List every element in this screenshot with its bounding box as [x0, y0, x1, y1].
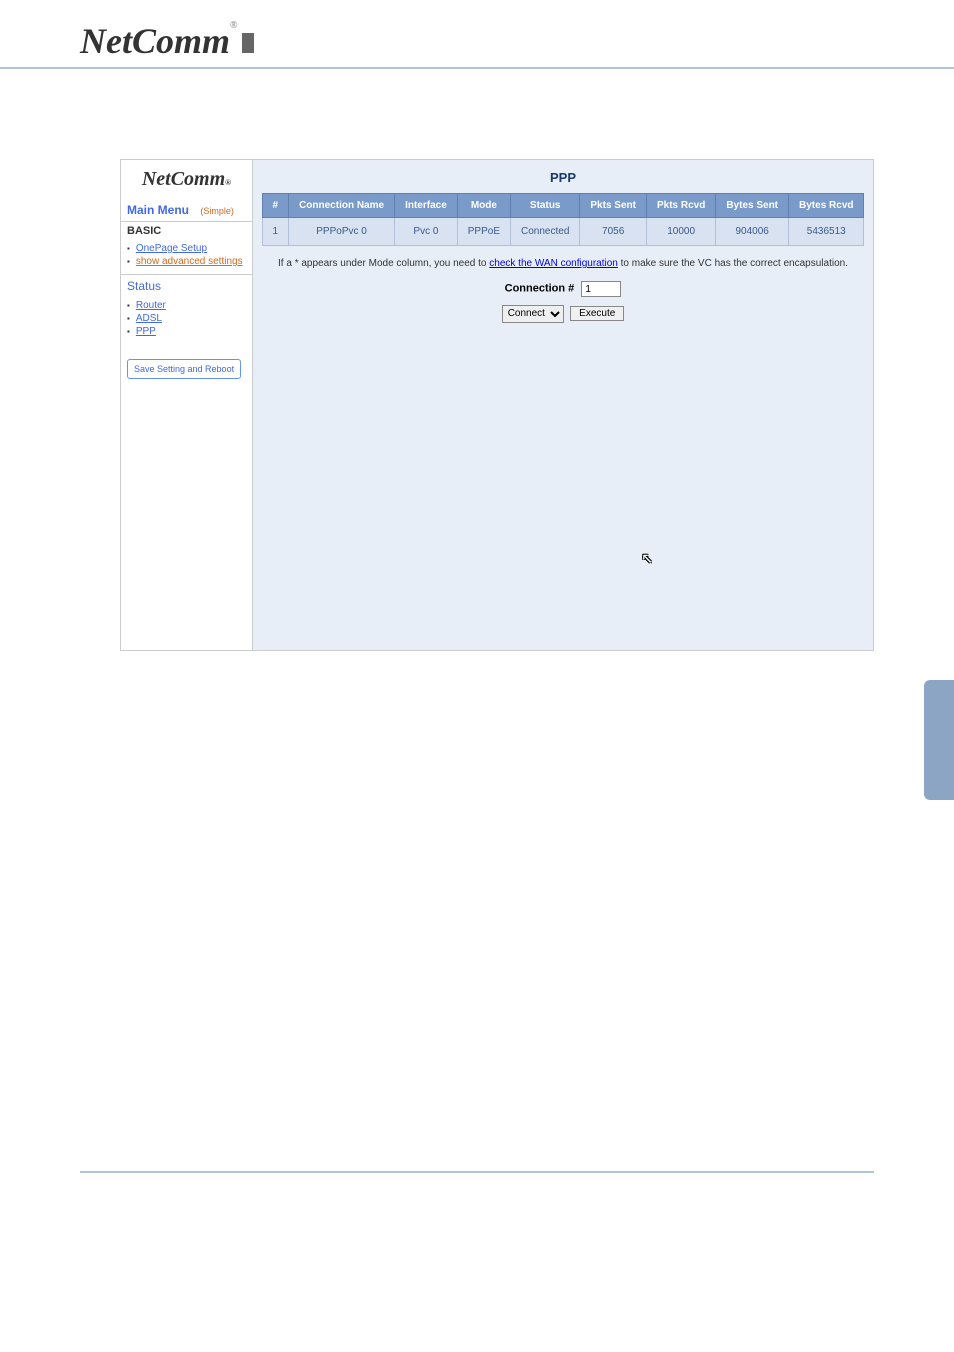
cursor-icon: ↖: [641, 550, 653, 567]
sidebar-item-ppp[interactable]: PPP: [127, 325, 246, 338]
table-row: 1 PPPoPvc 0 Pvc 0 PPPoE Connected 7056 1…: [262, 218, 864, 246]
cell-mode: PPPoE: [457, 218, 510, 246]
action-row: Connect Execute: [253, 303, 873, 323]
cell-interface: Pvc 0: [395, 218, 458, 246]
menu-section-basic: BASIC OnePage Setup show advanced settin…: [121, 221, 252, 274]
basic-section-title: BASIC: [121, 222, 252, 240]
cell-status: Connected: [511, 218, 580, 246]
th-status: Status: [511, 194, 580, 218]
sidebar-item-onepage[interactable]: OnePage Setup: [127, 242, 246, 255]
sidebar-logo: NetComm®: [121, 160, 252, 199]
sidebar-item-adsl[interactable]: ADSL: [127, 312, 246, 325]
th-bytes-rcvd: Bytes Rcvd: [789, 194, 864, 218]
connection-input[interactable]: [581, 281, 621, 297]
main-menu-title: Main Menu (Simple): [121, 199, 252, 221]
netcomm-logo: NetComm®: [80, 20, 282, 62]
th-num: #: [262, 194, 289, 218]
sidebar-item-advanced[interactable]: show advanced settings: [127, 255, 246, 268]
page-title: PPP: [253, 160, 873, 193]
sidebar: NetComm® Main Menu (Simple) BASIC OnePag…: [121, 160, 253, 650]
cell-pkts-sent: 7056: [580, 218, 647, 246]
sidebar-item-router[interactable]: Router: [127, 299, 246, 312]
execute-button[interactable]: Execute: [570, 306, 624, 321]
save-reboot-button[interactable]: Save Setting and Reboot: [127, 359, 241, 379]
th-bytes-sent: Bytes Sent: [716, 194, 789, 218]
th-pkts-sent: Pkts Sent: [580, 194, 647, 218]
action-select[interactable]: Connect: [502, 305, 564, 323]
side-tab: [924, 680, 954, 800]
cell-num: 1: [262, 218, 289, 246]
status-section-title: Status: [121, 274, 252, 297]
wan-config-link[interactable]: check the WAN configuration: [489, 258, 618, 269]
content-area: PPP # Connection Name Interface Mode Sta…: [253, 160, 873, 650]
cell-connection-name: PPPoPvc 0: [289, 218, 395, 246]
cell-pkts-rcvd: 10000: [646, 218, 715, 246]
cell-bytes-sent: 904006: [716, 218, 789, 246]
th-interface: Interface: [395, 194, 458, 218]
ppp-status-table: # Connection Name Interface Mode Status …: [262, 193, 865, 246]
th-pkts-rcvd: Pkts Rcvd: [646, 194, 715, 218]
page-header: NetComm®: [0, 0, 954, 69]
main-container: NetComm® Main Menu (Simple) BASIC OnePag…: [120, 159, 874, 651]
note-text: If a * appears under Mode column, you ne…: [253, 258, 873, 269]
cell-bytes-rcvd: 5436513: [789, 218, 864, 246]
th-mode: Mode: [457, 194, 510, 218]
footer-divider: [80, 1171, 874, 1173]
connection-row: Connection #: [253, 281, 873, 297]
th-connection-name: Connection Name: [289, 194, 395, 218]
